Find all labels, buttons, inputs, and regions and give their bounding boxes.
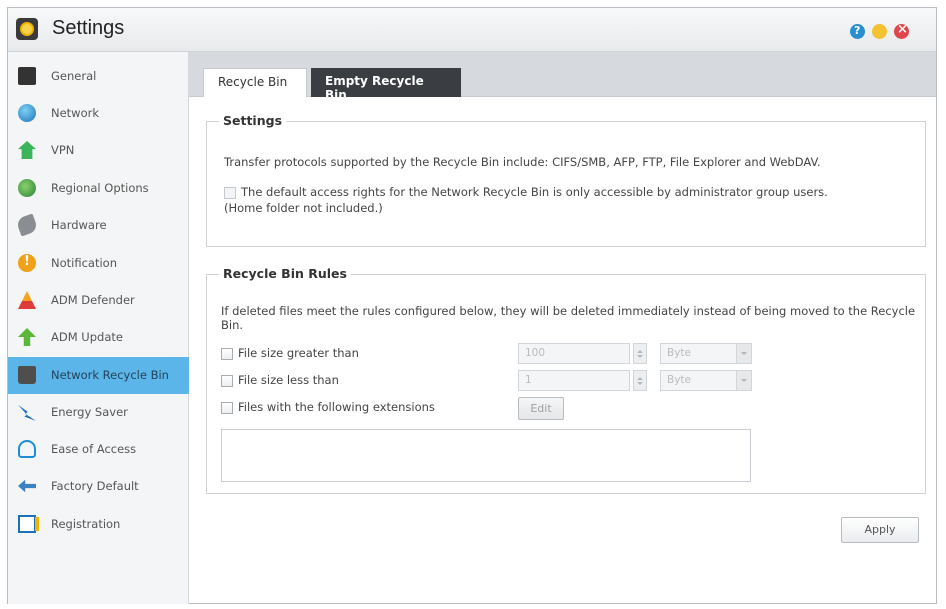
protocols-text: Transfer protocols supported by the Recy… [224, 155, 821, 169]
sidebar-item-notification[interactable]: Notification [8, 245, 189, 282]
energy-icon [18, 404, 36, 421]
close-button[interactable] [894, 22, 909, 39]
rules-description: If deleted files meet the rules configur… [221, 304, 916, 332]
notification-icon [18, 254, 36, 272]
sidebar-item-energy-saver[interactable]: Energy Saver [8, 394, 189, 431]
hardware-icon [15, 213, 39, 237]
recycle-bin-rules-group: Recycle Bin Rules If deleted files meet … [206, 266, 926, 494]
size-less-unit-value: Byte [667, 374, 691, 386]
general-icon [18, 67, 36, 85]
extensions-label: Files with the following extensions [238, 400, 435, 414]
sidebar-item-adm-update[interactable]: ADM Update [8, 319, 189, 356]
admin-only-checkbox-label: The default access rights for the Networ… [241, 185, 828, 199]
vpn-icon [18, 141, 36, 159]
size-greater-unit-value: Byte [667, 347, 691, 359]
sidebar-item-ease-of-access[interactable]: Ease of Access [8, 431, 189, 468]
size-greater-label: File size greater than [238, 346, 359, 360]
sidebar: General Network VPN Regional Options Har… [8, 52, 189, 604]
settings-app-icon [16, 18, 38, 40]
tab-bar: Recycle Bin Empty Recycle Bin [189, 52, 936, 102]
settings-window: Settings General Network VPN Regional Op… [7, 7, 937, 604]
size-greater-stepper[interactable] [633, 343, 647, 364]
registration-icon [18, 515, 39, 533]
extensions-checkbox[interactable] [221, 402, 233, 414]
size-less-unit-select[interactable]: Byte [660, 370, 752, 391]
sidebar-item-label: Energy Saver [51, 405, 128, 419]
extensions-textarea[interactable] [221, 429, 751, 482]
size-less-checkbox[interactable] [221, 375, 233, 387]
sidebar-item-label: Factory Default [51, 479, 139, 493]
apply-button[interactable]: Apply [841, 517, 919, 543]
minimize-button[interactable] [872, 24, 887, 39]
sidebar-item-vpn[interactable]: VPN [8, 132, 189, 169]
window-title: Settings [52, 17, 125, 39]
sidebar-item-label: General [51, 69, 97, 83]
sidebar-item-factory-default[interactable]: Factory Default [8, 468, 189, 505]
sidebar-item-label: VPN [51, 143, 75, 157]
title-bar: Settings [8, 8, 936, 52]
settings-group: Settings Transfer protocols supported by… [206, 113, 926, 247]
size-greater-input[interactable]: 100 [518, 343, 630, 364]
sidebar-item-network-recycle-bin[interactable]: Network Recycle Bin [8, 357, 189, 394]
size-less-input[interactable]: 1 [518, 370, 630, 391]
help-icon[interactable] [850, 24, 865, 39]
sidebar-item-label: ADM Update [51, 330, 123, 344]
edit-extensions-button[interactable]: Edit [518, 397, 564, 420]
rules-group-title: Recycle Bin Rules [219, 266, 351, 281]
update-arrow-icon [18, 328, 36, 346]
admin-only-note: (Home folder not included.) [224, 201, 383, 215]
sidebar-item-adm-defender[interactable]: ADM Defender [8, 282, 189, 319]
sidebar-item-registration[interactable]: Registration [8, 506, 189, 543]
back-arrow-icon [18, 479, 36, 493]
sidebar-item-hardware[interactable]: Hardware [8, 207, 189, 244]
size-greater-checkbox[interactable] [221, 348, 233, 360]
defender-icon [18, 291, 36, 309]
trash-icon [18, 366, 36, 384]
chevron-down-icon [736, 344, 751, 363]
sidebar-item-general[interactable]: General [8, 58, 189, 95]
sidebar-item-label: Hardware [51, 218, 107, 232]
size-greater-unit-select[interactable]: Byte [660, 343, 752, 364]
regional-icon [18, 179, 36, 197]
tab-recycle-bin[interactable]: Recycle Bin [203, 68, 307, 97]
globe-icon [18, 104, 36, 122]
sidebar-item-label: Regional Options [51, 181, 149, 195]
sidebar-item-label: Ease of Access [51, 442, 137, 456]
sidebar-item-regional-options[interactable]: Regional Options [8, 170, 189, 207]
sidebar-item-label: ADM Defender [51, 293, 135, 307]
size-less-stepper[interactable] [633, 370, 647, 391]
tab-empty-recycle-bin[interactable]: Empty Recycle Bin [311, 68, 461, 102]
main-content: Recycle Bin Empty Recycle Bin Settings T… [189, 52, 936, 604]
cloud-icon [18, 440, 36, 458]
sidebar-item-label: Network Recycle Bin [51, 368, 169, 382]
sidebar-item-label: Network [51, 106, 100, 120]
chevron-down-icon [736, 371, 751, 390]
admin-only-checkbox[interactable] [224, 187, 236, 199]
settings-group-title: Settings [219, 113, 287, 128]
sidebar-item-label: Notification [51, 256, 117, 270]
size-less-label: File size less than [238, 373, 339, 387]
sidebar-item-label: Registration [51, 517, 121, 531]
sidebar-item-network[interactable]: Network [8, 95, 189, 132]
